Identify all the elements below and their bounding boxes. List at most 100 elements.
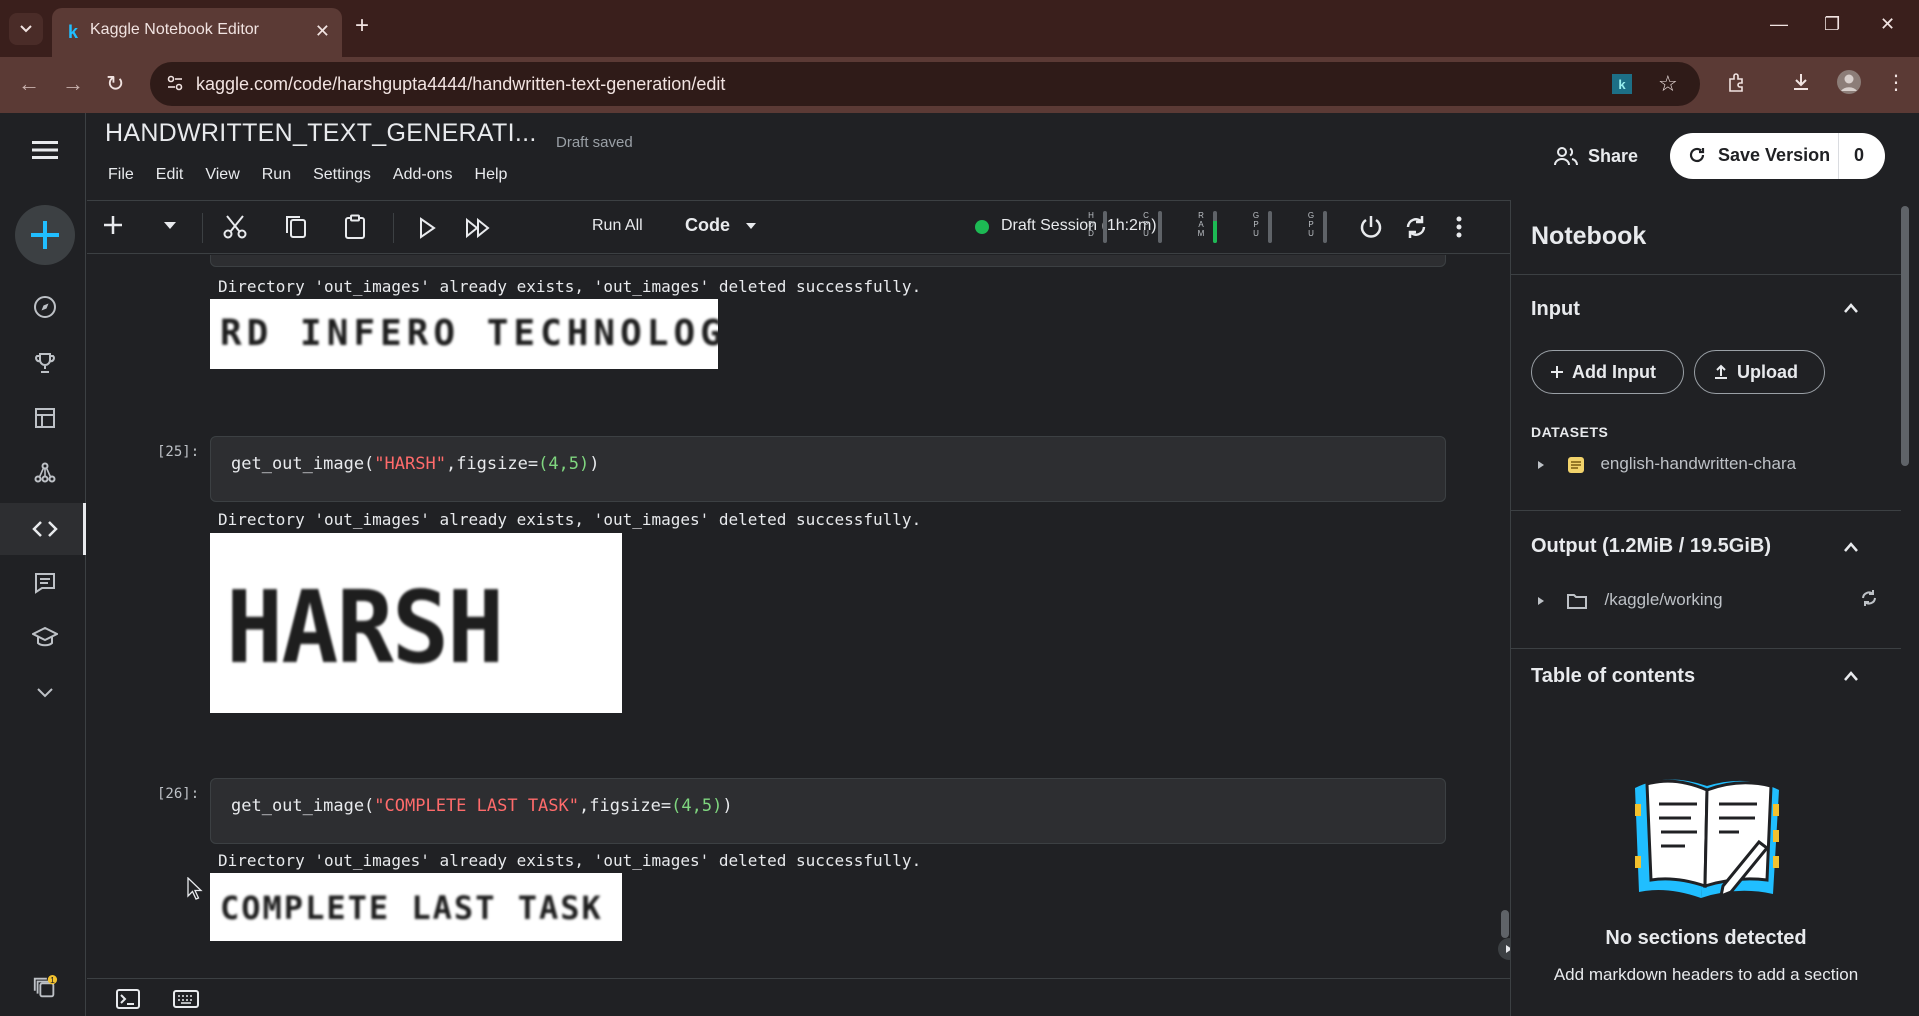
paste-icon[interactable] bbox=[343, 214, 367, 240]
extensions-icon[interactable] bbox=[1726, 71, 1748, 93]
handwritten-text: RD INFERO TECHNOLOGY bbox=[220, 313, 718, 354]
share-button[interactable]: Share bbox=[1540, 134, 1662, 178]
empty-state-subtitle: Add markdown headers to add a section bbox=[1553, 965, 1859, 984]
close-tab-icon[interactable]: ✕ bbox=[315, 21, 330, 42]
code-line[interactable]: get_out_image("HARSH",figsize=(4,5)) bbox=[231, 454, 600, 474]
create-button[interactable] bbox=[15, 205, 75, 265]
menu-add-ons[interactable]: Add-ons bbox=[393, 166, 453, 184]
browser-tab-strip: k Kaggle Notebook Editor ✕ + — ❐ ✕ bbox=[0, 0, 1919, 57]
notebook-illustration-icon bbox=[1627, 768, 1787, 908]
tab-title: Kaggle Notebook Editor bbox=[90, 21, 259, 38]
reload-icon[interactable]: ↻ bbox=[106, 73, 124, 95]
forward-icon[interactable]: → bbox=[62, 73, 84, 95]
add-input-button[interactable]: Add Input bbox=[1531, 350, 1684, 394]
cell-type-select[interactable]: Code bbox=[685, 215, 757, 236]
run-all-icon[interactable] bbox=[465, 217, 493, 239]
copy-icon[interactable] bbox=[284, 214, 308, 240]
models-icon[interactable] bbox=[32, 460, 58, 486]
save-version-label: Save Version bbox=[1718, 145, 1831, 165]
browser-tab-active[interactable]: k Kaggle Notebook Editor ✕ bbox=[52, 8, 342, 57]
notebook-bottom-bar bbox=[87, 978, 1510, 1016]
code-icon[interactable] bbox=[32, 516, 58, 542]
keyboard-icon[interactable] bbox=[173, 989, 199, 1009]
add-cell-icon[interactable] bbox=[101, 213, 125, 237]
upload-button[interactable]: Upload bbox=[1694, 350, 1825, 394]
chevron-down-icon[interactable] bbox=[163, 221, 177, 230]
url-text: kaggle.com/code/harshgupta4444/handwritt… bbox=[196, 74, 726, 94]
handwritten-text: COMPLETE LAST TASK bbox=[220, 889, 603, 927]
panel-title: Notebook bbox=[1531, 222, 1647, 250]
restore-icon[interactable]: ❐ bbox=[1824, 14, 1840, 35]
chevron-up-icon[interactable] bbox=[1843, 302, 1859, 314]
browser-menu-icon[interactable]: ⋮ bbox=[1886, 70, 1906, 95]
save-version-count[interactable]: 0 bbox=[1854, 145, 1864, 166]
code-function: get_out_image( bbox=[231, 796, 375, 816]
back-icon[interactable]: ← bbox=[18, 73, 40, 95]
refresh-icon bbox=[1687, 145, 1707, 165]
tab-search-button[interactable] bbox=[9, 13, 43, 45]
code-cell-previous[interactable] bbox=[210, 255, 1446, 267]
refresh-output-icon[interactable] bbox=[1859, 588, 1879, 608]
output-folder-item[interactable]: /kaggle/working bbox=[1537, 590, 1723, 610]
input-heading[interactable]: Input bbox=[1531, 298, 1580, 321]
close-window-icon[interactable]: ✕ bbox=[1880, 14, 1895, 35]
notification-badge-count: 1 bbox=[50, 975, 55, 985]
code-cell[interactable]: get_out_image("HARSH",figsize=(4,5)) bbox=[210, 436, 1446, 502]
learn-icon[interactable] bbox=[32, 625, 58, 651]
menu-view[interactable]: View bbox=[205, 166, 239, 184]
menu-help[interactable]: Help bbox=[475, 166, 508, 184]
kaggle-extension-icon[interactable]: k bbox=[1612, 74, 1632, 94]
resource-meter-bar bbox=[1268, 211, 1272, 243]
run-cell-icon[interactable] bbox=[417, 217, 437, 239]
add-input-label: Add Input bbox=[1572, 361, 1656, 382]
toc-heading[interactable]: Table of contents bbox=[1531, 665, 1695, 688]
code-cell[interactable]: get_out_image("COMPLETE LAST TASK",figsi… bbox=[210, 778, 1446, 844]
notebook-title[interactable]: HANDWRITTEN_TEXT_GENERATI... bbox=[105, 119, 537, 148]
cells-scrollbar[interactable] bbox=[1501, 910, 1509, 938]
session-label[interactable]: Draft Session (1h:2m) bbox=[1001, 217, 1157, 235]
run-all-button[interactable]: Run All bbox=[592, 217, 643, 235]
panel-scrollbar-thumb[interactable] bbox=[1901, 206, 1909, 466]
chevron-up-icon[interactable] bbox=[1843, 541, 1859, 553]
notifications-stack-icon[interactable]: 1 bbox=[32, 975, 58, 1001]
resource-meter-label: RAM bbox=[1197, 211, 1205, 238]
output-heading[interactable]: Output (1.2MiB / 19.5GiB) bbox=[1531, 535, 1771, 558]
caret-right-icon bbox=[1538, 460, 1544, 469]
profile-avatar[interactable] bbox=[1836, 69, 1862, 95]
address-bar[interactable]: kaggle.com/code/harshgupta4444/handwritt… bbox=[150, 62, 1700, 106]
notebook-menu-bar: File Edit View Run Settings Add-ons Help bbox=[108, 166, 507, 184]
minimize-icon[interactable]: — bbox=[1770, 14, 1788, 35]
cell-output-text: Directory 'out_images' already exists, '… bbox=[218, 510, 922, 529]
table-icon[interactable] bbox=[32, 405, 58, 431]
power-icon[interactable] bbox=[1357, 213, 1385, 241]
toolbar-divider bbox=[202, 213, 203, 243]
resource-meter-bar bbox=[1213, 211, 1217, 243]
cell-output-text: Directory 'out_images' already exists, '… bbox=[218, 277, 922, 296]
new-tab-button[interactable]: + bbox=[355, 14, 369, 38]
cell-prompt: [26]: bbox=[157, 786, 200, 802]
site-info-icon[interactable] bbox=[166, 74, 184, 92]
output-image: COMPLETE LAST TASK bbox=[210, 873, 622, 941]
cut-icon[interactable] bbox=[222, 214, 248, 240]
compass-icon[interactable] bbox=[32, 294, 58, 320]
menu-file[interactable]: File bbox=[108, 166, 134, 184]
save-version-button[interactable]: Save Version 0 bbox=[1670, 133, 1885, 179]
menu-edit[interactable]: Edit bbox=[156, 166, 184, 184]
more-options-icon[interactable] bbox=[1455, 215, 1463, 239]
menu-settings[interactable]: Settings bbox=[313, 166, 371, 184]
hamburger-menu-icon[interactable] bbox=[32, 140, 58, 160]
code-line[interactable]: get_out_image("COMPLETE LAST TASK",figsi… bbox=[231, 796, 733, 816]
bookmark-star-icon[interactable]: ☆ bbox=[1658, 71, 1678, 97]
restart-icon[interactable] bbox=[1402, 213, 1430, 241]
dataset-item[interactable]: english-handwritten-chara bbox=[1537, 454, 1796, 475]
download-icon[interactable] bbox=[1790, 71, 1812, 93]
console-icon[interactable] bbox=[116, 989, 140, 1009]
discussion-icon[interactable] bbox=[32, 570, 58, 596]
chevron-down-icon[interactable] bbox=[32, 680, 58, 706]
menu-run[interactable]: Run bbox=[262, 166, 291, 184]
panel-divider bbox=[1511, 648, 1901, 649]
trophy-icon[interactable] bbox=[32, 350, 58, 376]
cell-type-value: Code bbox=[685, 215, 730, 235]
notebook-cells: Directory 'out_images' already exists, '… bbox=[87, 255, 1510, 978]
chevron-up-icon[interactable] bbox=[1843, 670, 1859, 682]
